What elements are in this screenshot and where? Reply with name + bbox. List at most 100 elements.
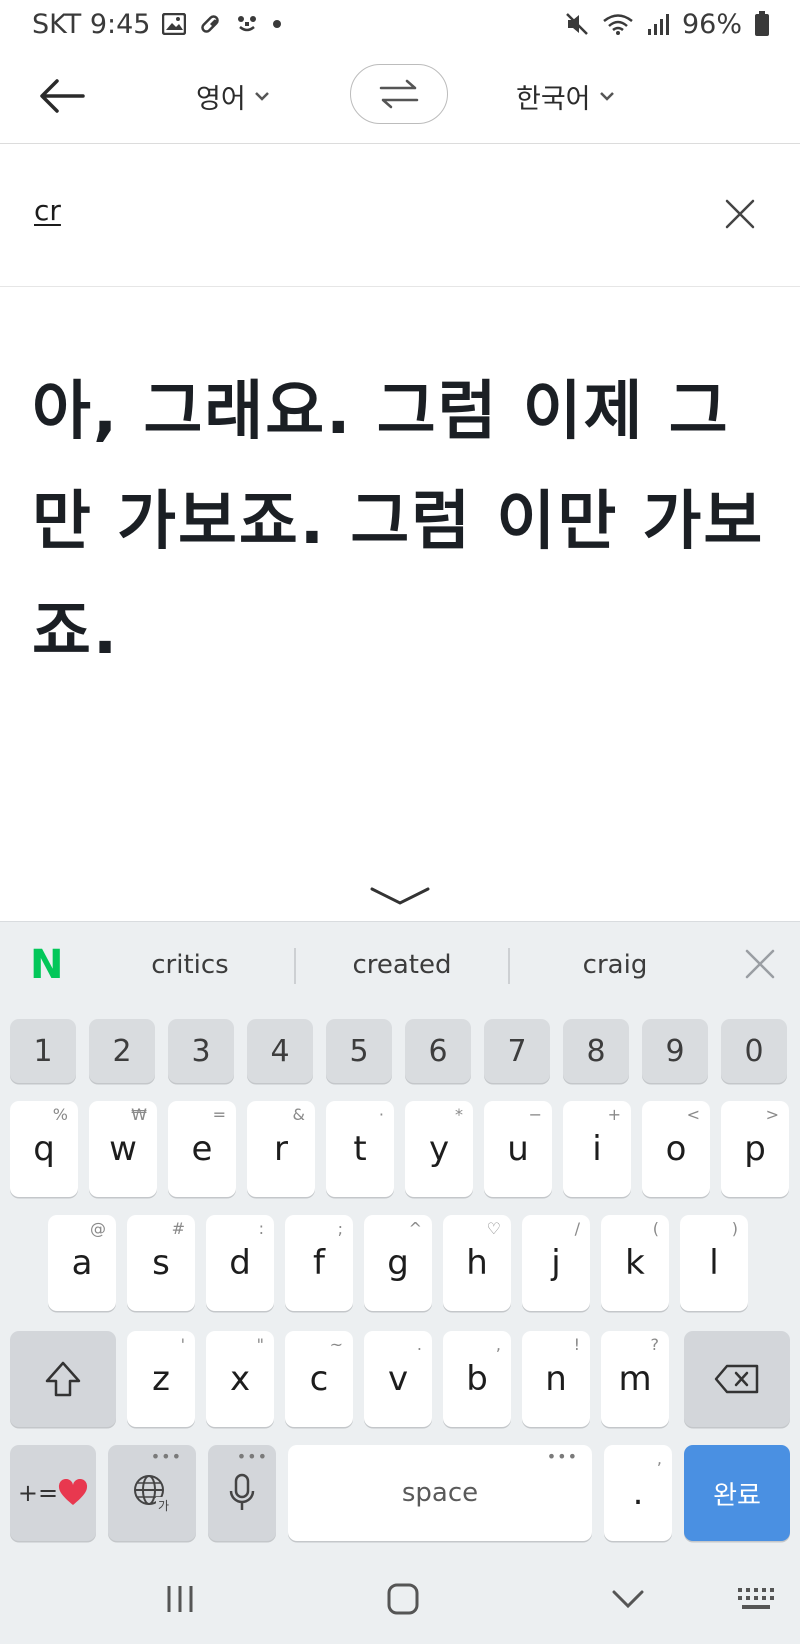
key-1[interactable]: 1 <box>10 1019 76 1083</box>
target-language-select[interactable]: 한국어 <box>516 72 615 120</box>
chevron-down-icon <box>370 887 430 905</box>
close-suggestions-button[interactable] <box>742 946 778 982</box>
gallery-icon <box>162 13 187 35</box>
source-language-label: 영어 <box>196 83 246 115</box>
key-label: 9 <box>665 1033 685 1069</box>
key-label: l <box>709 1243 719 1283</box>
suggestion-item[interactable]: created <box>296 922 508 1008</box>
key-j[interactable]: / j <box>522 1215 590 1311</box>
key-i[interactable]: + i <box>563 1101 631 1197</box>
key-4[interactable]: 4 <box>247 1019 313 1083</box>
source-input-area[interactable]: cr <box>0 144 800 287</box>
suggestion-item[interactable]: critics <box>90 922 290 1008</box>
backspace-icon <box>714 1364 759 1394</box>
key-g[interactable]: ^ g <box>364 1215 432 1311</box>
close-icon <box>745 949 775 979</box>
key-label: a <box>71 1243 93 1283</box>
key-s[interactable]: # s <box>127 1215 195 1311</box>
suggestion-item[interactable]: craig <box>512 922 718 1008</box>
key-w[interactable]: ₩ w <box>89 1101 157 1197</box>
key-hint: ! <box>573 1335 580 1354</box>
recent-apps-button[interactable] <box>160 1579 200 1619</box>
source-language-select[interactable]: 영어 <box>196 72 270 120</box>
key-label: g <box>387 1243 409 1283</box>
key-m[interactable]: ? m <box>601 1331 669 1427</box>
key-hint: : <box>258 1219 264 1238</box>
key-label: m <box>618 1359 652 1399</box>
key-c[interactable]: ~ c <box>285 1331 353 1427</box>
key-label: 8 <box>586 1033 606 1069</box>
key-hint: < <box>686 1105 700 1124</box>
key-6[interactable]: 6 <box>405 1019 471 1083</box>
period-key[interactable]: , . <box>604 1445 672 1541</box>
swap-languages-button[interactable] <box>350 64 448 124</box>
key-v[interactable]: .v <box>364 1331 432 1427</box>
key-hint: , <box>495 1335 501 1354</box>
key-label: f <box>313 1243 325 1283</box>
key-label: w <box>109 1129 137 1169</box>
more-options-dots: ••• <box>546 1447 578 1466</box>
voice-input-key[interactable]: ••• <box>208 1445 276 1541</box>
space-key[interactable]: ••• space <box>288 1445 592 1541</box>
key-2[interactable]: 2 <box>89 1019 155 1083</box>
key-hint: % <box>52 1105 68 1124</box>
key-o[interactable]: < o <box>642 1101 710 1197</box>
key-9[interactable]: 9 <box>642 1019 708 1083</box>
hide-keyboard-button[interactable] <box>608 1579 648 1619</box>
suggestion-divider <box>508 948 510 984</box>
collapse-keyboard-handle[interactable] <box>368 884 432 908</box>
key-x[interactable]: " x <box>206 1331 274 1427</box>
key-7[interactable]: 7 <box>484 1019 550 1083</box>
home-button[interactable] <box>383 1579 423 1619</box>
status-left: SKT 9:45 <box>32 9 282 40</box>
key-label: 7 <box>507 1033 527 1069</box>
key-d[interactable]: :d <box>206 1215 274 1311</box>
clear-input-button[interactable] <box>722 196 758 232</box>
key-z[interactable]: ' z <box>127 1331 195 1427</box>
key-hint: ; <box>337 1219 343 1238</box>
key-label: z <box>152 1359 170 1399</box>
key-hint: ♡ <box>486 1219 501 1238</box>
key-e[interactable]: = e <box>168 1101 236 1197</box>
key-r[interactable]: & r <box>247 1101 315 1197</box>
key-8[interactable]: 8 <box>563 1019 629 1083</box>
key-h[interactable]: ♡ h <box>443 1215 511 1311</box>
key-l[interactable]: ) l <box>680 1215 748 1311</box>
key-label: e <box>191 1129 213 1169</box>
key-f[interactable]: ; f <box>285 1215 353 1311</box>
key-label: b <box>466 1359 488 1399</box>
key-q[interactable]: % q <box>10 1101 78 1197</box>
key-hint: ' <box>180 1335 185 1354</box>
key-y[interactable]: * y <box>405 1101 473 1197</box>
symbols-emoji-key[interactable]: += <box>10 1445 96 1541</box>
key-3[interactable]: 3 <box>168 1019 234 1083</box>
back-button[interactable] <box>36 70 88 122</box>
backspace-key[interactable] <box>684 1331 790 1427</box>
battery-icon <box>754 11 770 37</box>
key-label: 2 <box>112 1033 132 1069</box>
key-k[interactable]: (k <box>601 1215 669 1311</box>
more-options-dots: ••• <box>150 1447 182 1466</box>
key-t[interactable]: · t <box>326 1101 394 1197</box>
key-b[interactable]: ,b <box>443 1331 511 1427</box>
source-input-text[interactable]: cr <box>34 194 61 227</box>
more-options-dots: ••• <box>236 1447 268 1466</box>
microphone-icon <box>229 1473 255 1510</box>
key-n[interactable]: ! n <box>522 1331 590 1427</box>
chevron-down-icon <box>254 92 269 101</box>
done-key[interactable]: 완료 <box>684 1445 790 1541</box>
shift-key[interactable] <box>10 1331 116 1427</box>
key-label: q <box>33 1129 55 1169</box>
naver-logo[interactable]: N <box>30 945 63 985</box>
key-5[interactable]: 5 <box>326 1019 392 1083</box>
key-label: v <box>387 1359 409 1399</box>
key-u[interactable]: − u <box>484 1101 552 1197</box>
key-p[interactable]: > p <box>721 1101 789 1197</box>
heart-icon <box>59 1479 88 1505</box>
key-label: s <box>152 1243 170 1283</box>
keyboard-switch-button[interactable] <box>734 1579 778 1619</box>
language-switch-key[interactable]: ••• 가 <box>108 1445 196 1541</box>
key-a[interactable]: @ a <box>48 1215 116 1311</box>
key-0[interactable]: 0 <box>721 1019 787 1083</box>
translation-output-text: 아, 그래요. 그럼 이제 그만 가보죠. 그럼 이만 가보죠. <box>32 375 765 669</box>
